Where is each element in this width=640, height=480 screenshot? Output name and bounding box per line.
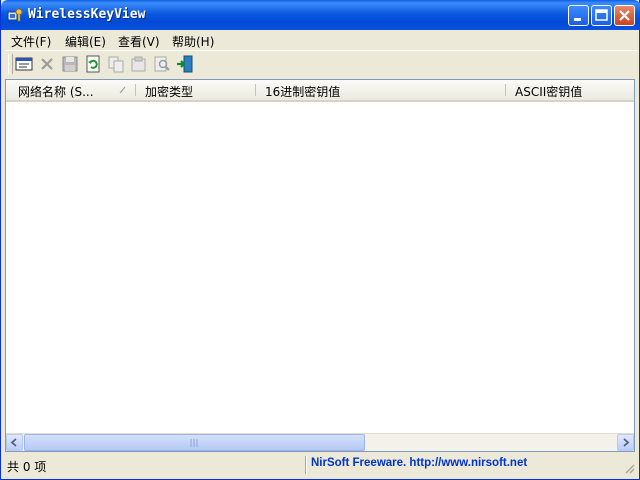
grip-lines-icon — [190, 439, 198, 447]
list-header: 网络名称 (S... 加密类型 16进制密钥值 ASCII密钥值 — [6, 80, 634, 102]
menu-help[interactable]: 帮助(H) — [172, 33, 214, 50]
resize-grip-icon[interactable] — [623, 462, 635, 474]
scroll-thumb[interactable] — [24, 434, 365, 451]
column-network-name[interactable]: 网络名称 (S... — [18, 83, 94, 100]
menu-view[interactable]: 查看(V) — [118, 33, 160, 50]
column-hex-key[interactable]: 16进制密钥值 — [265, 83, 340, 100]
save-icon[interactable] — [60, 54, 80, 74]
delete-icon[interactable] — [37, 54, 57, 74]
wireless-key-app-icon — [7, 8, 23, 22]
close-icon — [619, 10, 630, 21]
find-icon[interactable] — [152, 54, 172, 74]
scroll-left-button[interactable] — [6, 434, 23, 451]
menu-bar: 文件(F) 编辑(E) 查看(V) 帮助(H) — [5, 30, 637, 50]
scroll-right-button[interactable] — [617, 434, 634, 451]
chevron-right-icon — [623, 438, 630, 447]
maximize-button[interactable] — [591, 5, 612, 26]
horizontal-scrollbar[interactable] — [6, 433, 634, 451]
menu-file[interactable]: 文件(F) — [11, 33, 51, 50]
chevron-left-icon — [10, 438, 17, 447]
sort-arrow-icon — [119, 86, 126, 94]
toolbar-grip[interactable] — [8, 54, 13, 74]
column-separator[interactable] — [135, 84, 136, 96]
key-list-view[interactable]: 网络名称 (S... 加密类型 16进制密钥值 ASCII密钥值 — [5, 79, 635, 452]
status-bar: 共 0 项 NirSoft Freeware. http://www.nirso… — [5, 454, 637, 476]
properties-icon[interactable] — [14, 54, 34, 74]
title-bar[interactable]: WirelessKeyView — [1, 0, 640, 30]
copy-icon[interactable] — [106, 54, 126, 74]
minimize-icon — [574, 18, 581, 21]
menu-edit[interactable]: 编辑(E) — [65, 33, 106, 50]
minimize-button[interactable] — [568, 5, 589, 26]
nirsoft-link[interactable]: NirSoft Freeware. http://www.nirsoft.net — [311, 457, 527, 469]
copy-key-icon[interactable] — [129, 54, 149, 74]
status-divider — [305, 456, 307, 474]
app-window: WirelessKeyView 文件(F) 编辑(E) 查看(V) 帮助(H) — [0, 0, 640, 480]
toolbar — [5, 50, 637, 78]
maximize-icon — [595, 9, 608, 21]
column-separator[interactable] — [505, 84, 506, 96]
column-separator[interactable] — [255, 84, 256, 96]
item-count: 共 0 项 — [7, 460, 47, 474]
window-title: WirelessKeyView — [28, 7, 146, 22]
close-button[interactable] — [614, 5, 635, 26]
column-encryption-type[interactable]: 加密类型 — [145, 83, 193, 100]
refresh-icon[interactable] — [83, 54, 103, 74]
column-ascii-key[interactable]: ASCII密钥值 — [515, 83, 582, 100]
exit-icon[interactable] — [175, 54, 195, 74]
